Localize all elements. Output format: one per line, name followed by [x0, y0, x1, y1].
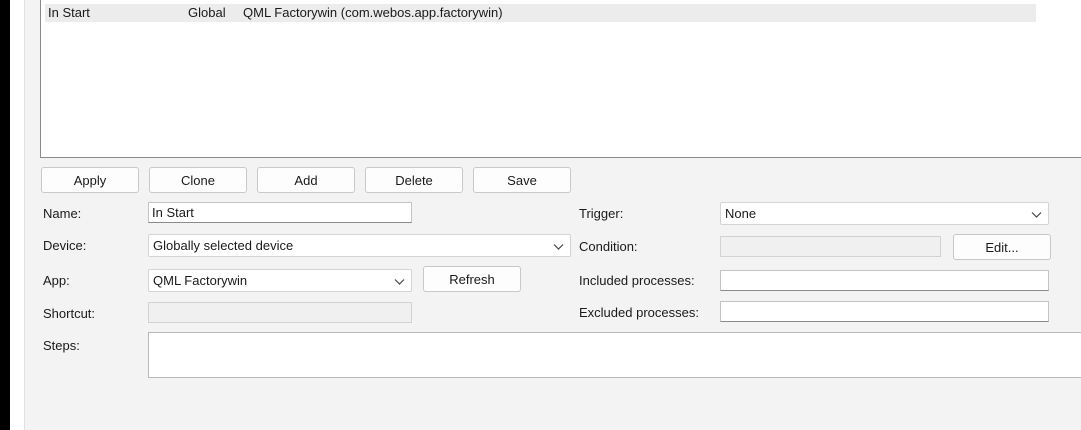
list-item-name: In Start	[48, 5, 90, 20]
hotkey-list[interactable]: In Start Global QML Factorywin (com.webo…	[40, 0, 1081, 158]
list-item-scope: Global	[188, 5, 226, 20]
app-select-value: QML Factorywin	[153, 273, 248, 288]
app-label: App:	[43, 273, 70, 288]
name-field[interactable]: In Start	[148, 202, 412, 223]
device-select[interactable]: Globally selected device	[148, 234, 571, 257]
delete-button[interactable]: Delete	[365, 167, 463, 193]
included-processes-field[interactable]	[720, 270, 1049, 291]
edit-condition-button[interactable]: Edit...	[953, 234, 1051, 260]
shortcut-label: Shortcut:	[43, 306, 96, 321]
device-label: Device:	[43, 238, 87, 253]
list-item-app: QML Factorywin (com.webos.app.factorywin…	[243, 5, 503, 20]
excluded-processes-field[interactable]	[720, 301, 1049, 322]
refresh-button[interactable]: Refresh	[423, 266, 521, 292]
window-left-border	[0, 0, 10, 430]
included-processes-label: Included processes:	[579, 273, 695, 288]
add-button[interactable]: Add	[257, 167, 355, 193]
trigger-select-value: None	[725, 206, 757, 221]
steps-label: Steps:	[43, 338, 80, 353]
chevron-down-icon	[1031, 212, 1042, 218]
name-label: Name:	[43, 206, 82, 221]
app-select[interactable]: QML Factorywin	[148, 269, 412, 292]
apply-button[interactable]: Apply	[41, 167, 139, 193]
trigger-label: Trigger:	[579, 206, 624, 221]
shortcut-field[interactable]	[148, 302, 412, 323]
trigger-select[interactable]: None	[720, 202, 1049, 225]
steps-field[interactable]	[148, 332, 1081, 378]
left-gutter	[10, 0, 25, 430]
clone-button[interactable]: Clone	[149, 167, 247, 193]
list-item[interactable]: In Start Global QML Factorywin (com.webo…	[45, 4, 1036, 22]
chevron-down-icon	[394, 279, 405, 285]
device-select-value: Globally selected device	[153, 238, 294, 253]
excluded-processes-label: Excluded processes:	[579, 305, 699, 320]
chevron-down-icon	[553, 244, 564, 250]
save-button[interactable]: Save	[473, 167, 571, 193]
condition-field[interactable]	[720, 236, 941, 257]
condition-label: Condition:	[579, 239, 638, 254]
